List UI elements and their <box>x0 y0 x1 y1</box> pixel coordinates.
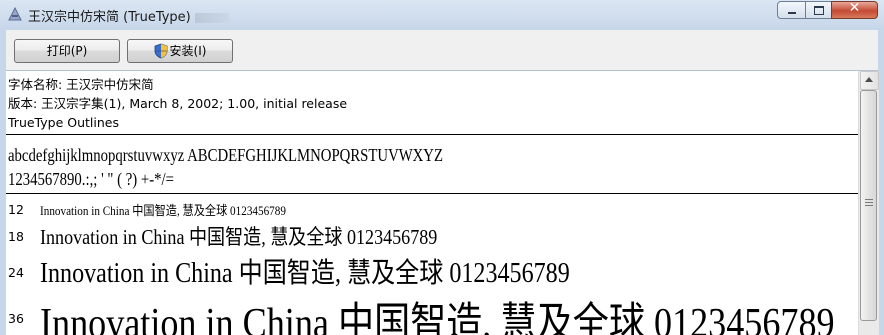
scroll-up-button[interactable] <box>860 71 879 90</box>
print-button[interactable]: 打印(P) <box>14 39 120 63</box>
divider <box>6 134 858 135</box>
toolbar: 打印(P) 安装(I) <box>6 30 878 71</box>
close-icon: ✕ <box>848 0 861 16</box>
uac-shield-icon <box>154 43 167 59</box>
font-viewer-icon <box>8 6 22 21</box>
font-preview-pane: 字体名称: 王汉宗中仿宋简 版本: 王汉宗字集(1), March 8, 200… <box>6 71 858 335</box>
sample-text: Innovation in China 中国智造, 慧及全球 012345678… <box>40 225 438 249</box>
title-blur <box>194 12 229 23</box>
print-button-label: 打印(P) <box>46 44 88 58</box>
sample-size: 36 <box>8 311 24 326</box>
divider <box>6 193 858 194</box>
sample-text: Innovation in China 中国智造, 慧及全球 012345678… <box>40 203 286 218</box>
install-button-label: 安装(I) <box>169 44 207 58</box>
sample-text: Innovation in China 中国智造, 慧及全球 012345678… <box>40 301 835 335</box>
close-button[interactable]: ✕ <box>831 0 878 19</box>
version-line: 版本: 王汉宗字集(1), March 8, 2002; 1.00, initi… <box>8 96 348 111</box>
arrow-up-icon <box>865 77 873 82</box>
sample-row-12: 12 Innovation in China 中国智造, 慧及全球 012345… <box>8 199 848 219</box>
maximize-icon <box>814 6 824 15</box>
sample-row-36: 36 Innovation in China 中国智造, 慧及全球 012345… <box>8 289 858 335</box>
charset-letters: abcdefghijklmnopqrstuvwxyz ABCDEFGHIJKLM… <box>8 145 443 165</box>
sample-size: 18 <box>8 229 24 244</box>
sample-row-24: 24 Innovation in China 中国智造, 慧及全球 012345… <box>8 251 848 289</box>
grip-icon <box>865 199 873 206</box>
font-name-line: 字体名称: 王汉宗中仿宋简 <box>8 77 154 92</box>
maximize-button[interactable] <box>805 1 832 19</box>
minimize-button[interactable] <box>777 1 806 19</box>
sample-size: 12 <box>8 202 24 217</box>
vertical-scrollbar[interactable] <box>858 71 879 335</box>
title-bar[interactable]: 王汉宗中仿宋简 (TrueType) ✕ <box>0 0 884 30</box>
sample-text: Innovation in China 中国智造, 慧及全球 012345678… <box>40 258 570 289</box>
window-title: 王汉宗中仿宋简 (TrueType) <box>28 6 229 25</box>
minimize-icon <box>788 12 796 14</box>
sample-row-18: 18 Innovation in China 中国智造, 慧及全球 012345… <box>8 221 848 249</box>
outline-type-line: TrueType Outlines <box>8 115 119 130</box>
charset-sample: abcdefghijklmnopqrstuvwxyz ABCDEFGHIJKLM… <box>8 143 443 191</box>
font-info: 字体名称: 王汉宗中仿宋简 版本: 王汉宗字集(1), March 8, 200… <box>8 75 347 132</box>
sample-size: 24 <box>8 265 24 280</box>
charset-digits: 1234567890.:,; ' " ( ?) +-*/= <box>8 169 174 189</box>
scroll-thumb[interactable] <box>860 90 877 321</box>
install-button[interactable]: 安装(I) <box>127 39 233 63</box>
